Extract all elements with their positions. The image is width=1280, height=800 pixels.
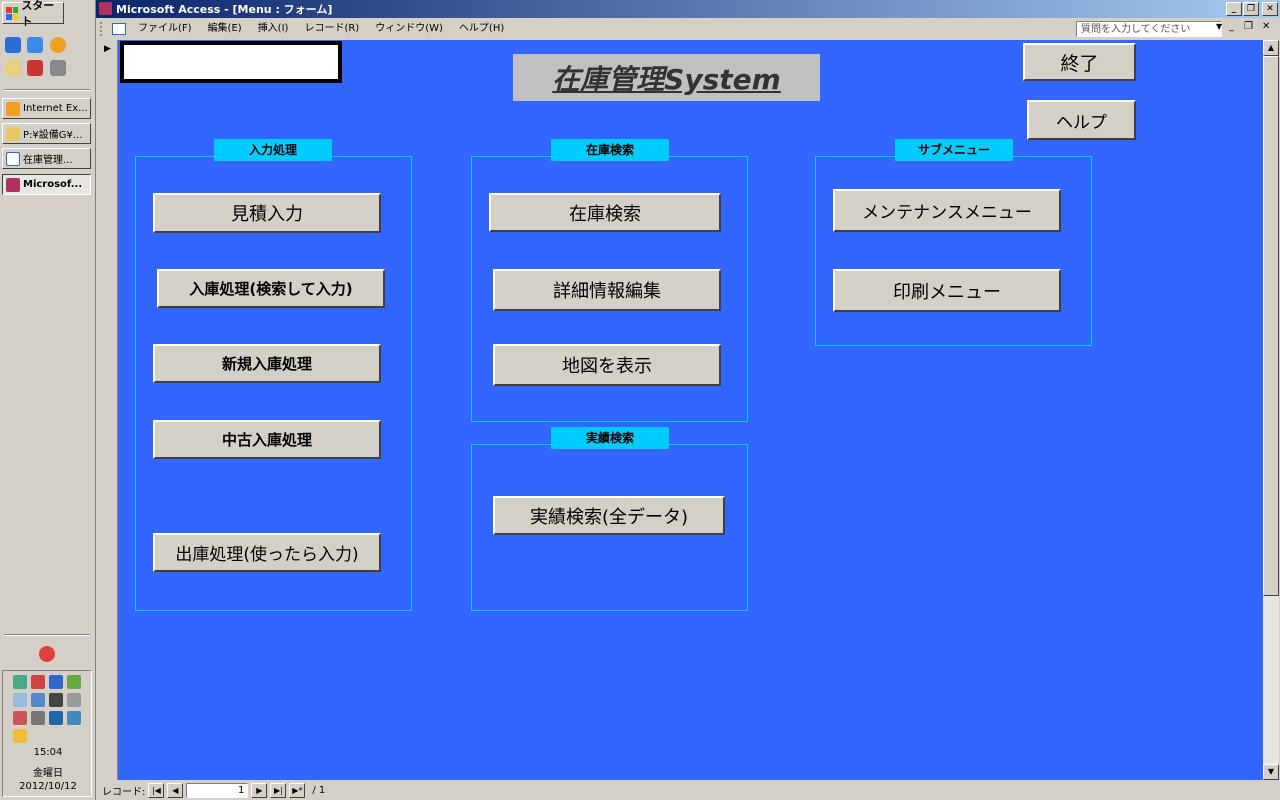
start-label: スタート <box>21 0 55 28</box>
edit-quicklaunch-icon[interactable] <box>27 37 43 53</box>
close-button[interactable]: ✕ <box>1262 2 1278 16</box>
copy-icon[interactable] <box>31 693 45 707</box>
access-window: Microsoft Access - [Menu : フォーム] _ ❐ ✕ フ… <box>96 0 1280 800</box>
folder-quicklaunch-icon[interactable] <box>5 60 21 76</box>
stock-search-group-label: 在庫検索 <box>551 139 669 161</box>
menu-records[interactable]: レコード(R) <box>296 20 367 38</box>
grip-icon <box>100 22 108 36</box>
computer-icon[interactable] <box>49 693 63 707</box>
record-number-input[interactable]: 1 <box>186 782 249 798</box>
detail-edit-button[interactable]: 詳細情報編集 <box>493 269 721 311</box>
sync-icon[interactable] <box>67 675 81 689</box>
scroll-down-icon[interactable]: ▼ <box>1263 764 1279 780</box>
exit-button[interactable]: 終了 <box>1023 43 1136 81</box>
scroll-thumb[interactable] <box>1263 56 1279 596</box>
taskbar-item-label: Internet Ex... <box>23 103 88 114</box>
folder-icon <box>6 126 20 141</box>
record-selector[interactable]: ▶ <box>96 40 118 780</box>
menu-window[interactable]: ウィンドウ(W) <box>367 20 451 38</box>
ie-icon <box>6 101 20 116</box>
phone-icon[interactable] <box>31 711 45 725</box>
app-icon[interactable] <box>49 711 63 725</box>
menu-insert[interactable]: 挿入(I) <box>250 20 297 38</box>
clock-sync-icon[interactable] <box>67 693 81 707</box>
taskbar-divider <box>4 89 90 91</box>
record-navigation: レコード: |◀ ◀ 1 ▶ ▶| ▶* / 1 <box>96 780 1280 800</box>
stock-in-search-button[interactable]: 入庫処理(検索して入力) <box>157 269 385 308</box>
clock-day: 金曜日 <box>33 768 63 779</box>
display-icon[interactable] <box>13 693 27 707</box>
menu-help[interactable]: ヘルプ(H) <box>451 20 512 38</box>
first-record-icon[interactable]: |◀ <box>148 782 165 798</box>
restore-button[interactable]: ❐ <box>1243 2 1259 16</box>
taskbar-divider <box>4 634 90 636</box>
menu-form: 在庫管理System 終了 ヘルプ 入力処理 見積入力 入庫処理(検索して入力)… <box>118 40 1263 780</box>
vertical-scrollbar[interactable]: ▲ ▼ <box>1263 40 1279 780</box>
last-record-icon[interactable]: ▶| <box>270 782 287 798</box>
access-icon <box>6 177 20 192</box>
lock-icon[interactable] <box>13 729 27 743</box>
windows-logo-icon <box>6 6 19 20</box>
title-bar: Microsoft Access - [Menu : フォーム] _ ❐ ✕ <box>96 0 1280 18</box>
maintenance-menu-button[interactable]: メンテナンスメニュー <box>833 189 1061 232</box>
record-nav-label: レコード: <box>102 786 146 798</box>
window-title: Microsoft Access - [Menu : フォーム] <box>116 3 333 16</box>
access-icon <box>99 2 112 15</box>
taskbar-item-ie[interactable]: Internet Ex... <box>2 98 91 119</box>
clock-date: 2012/10/12 <box>19 781 77 792</box>
help-question-input[interactable]: 質問を入力してください <box>1076 21 1222 37</box>
tools-quicklaunch-icon[interactable] <box>50 60 66 76</box>
menu-edit[interactable]: 編集(E) <box>200 20 250 38</box>
clock-time: 15:04 <box>33 747 63 758</box>
rss-quicklaunch-icon[interactable] <box>50 37 66 53</box>
new-record-icon[interactable]: ▶* <box>289 782 306 798</box>
used-stock-in-button[interactable]: 中古入庫処理 <box>153 420 381 459</box>
form-title: 在庫管理System <box>513 54 820 101</box>
results-search-all-button[interactable]: 実績検索(全データ) <box>493 496 725 535</box>
start-button[interactable]: スタート <box>2 0 64 28</box>
results-search-group-label: 実績検索 <box>551 427 669 449</box>
security-icon[interactable] <box>31 675 45 689</box>
document-icon <box>6 151 20 166</box>
network-icon[interactable] <box>13 675 27 689</box>
record-total: / 1 <box>312 784 326 796</box>
doc-restore-button[interactable]: ❐ <box>1244 21 1253 32</box>
scroll-up-icon[interactable]: ▲ <box>1263 40 1279 56</box>
dreamweaver-quicklaunch-icon[interactable] <box>27 60 43 76</box>
doc-minimize-button[interactable]: _ <box>1229 21 1234 32</box>
stock-search-button[interactable]: 在庫検索 <box>489 193 721 232</box>
submenu-group-label: サブメニュー <box>895 139 1013 161</box>
new-stock-in-button[interactable]: 新規入庫処理 <box>153 344 381 383</box>
taskbar: スタート Internet Ex... P:¥設備G¥... 在庫管理... M… <box>0 0 96 800</box>
taskbar-item-inventory[interactable]: 在庫管理... <box>2 148 91 169</box>
input-group-label: 入力処理 <box>214 139 332 161</box>
submenu-group-frame <box>815 156 1092 346</box>
taskbar-item-folder[interactable]: P:¥設備G¥... <box>2 123 91 144</box>
ie-quicklaunch-icon[interactable] <box>5 37 21 53</box>
taskbar-item-label: 在庫管理... <box>23 155 73 166</box>
form-icon[interactable] <box>112 23 126 35</box>
print-menu-button[interactable]: 印刷メニュー <box>833 269 1061 312</box>
system-tray: 15:04 金曜日 2012/10/12 <box>2 670 92 797</box>
shield-icon[interactable] <box>13 711 27 725</box>
taskbar-item-label: Microsof... <box>23 179 83 190</box>
help-dropdown-icon[interactable]: ▼ <box>1216 22 1222 31</box>
monitor-icon[interactable] <box>49 675 63 689</box>
prev-record-icon[interactable]: ◀ <box>167 782 184 798</box>
next-record-icon[interactable]: ▶ <box>251 782 268 798</box>
notification-icon[interactable] <box>39 646 55 662</box>
stock-out-button[interactable]: 出庫処理(使ったら入力) <box>153 533 381 572</box>
show-map-button[interactable]: 地図を表示 <box>493 344 721 386</box>
minimize-button[interactable]: _ <box>1226 2 1242 16</box>
blank-textbox[interactable] <box>120 41 342 83</box>
current-record-arrow-icon: ▶ <box>104 44 111 54</box>
doc-close-button[interactable]: ✕ <box>1262 21 1270 32</box>
menu-file[interactable]: ファイル(F) <box>130 20 200 38</box>
taskbar-item-label: P:¥設備G¥... <box>23 130 83 141</box>
estimate-input-button[interactable]: 見積入力 <box>153 193 381 233</box>
volume-icon[interactable] <box>67 711 81 725</box>
taskbar-item-access[interactable]: Microsof... <box>2 174 91 195</box>
help-button[interactable]: ヘルプ <box>1027 100 1136 140</box>
